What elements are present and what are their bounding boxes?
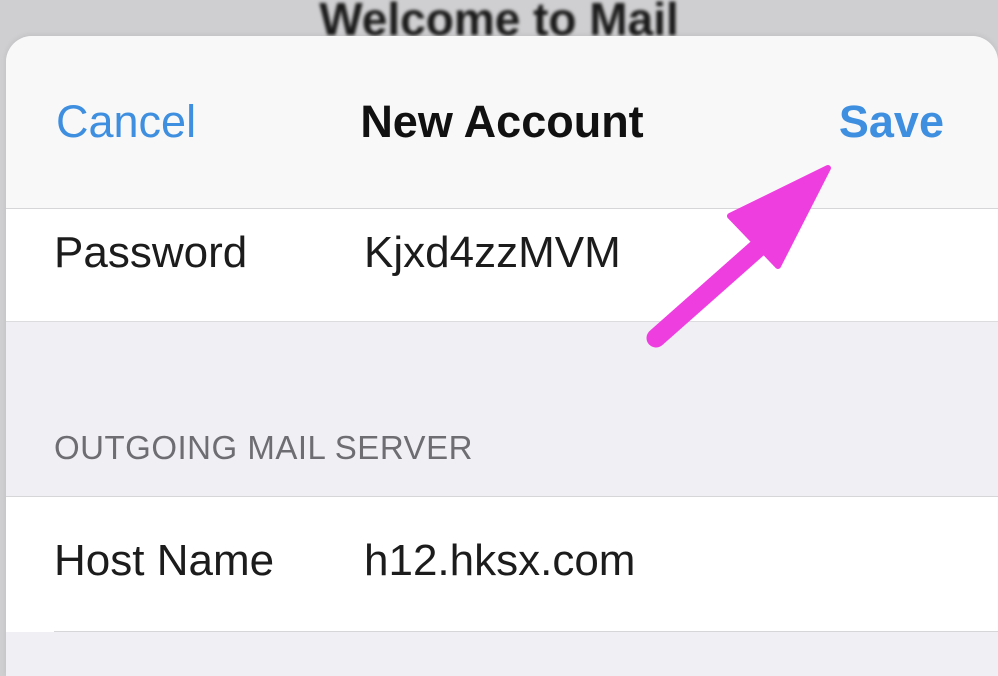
password-field[interactable]: [364, 225, 924, 281]
row-separator: [54, 631, 998, 632]
cancel-button[interactable]: Cancel: [56, 94, 196, 150]
navigation-bar: Cancel New Account Save: [6, 36, 998, 209]
password-label: Password: [54, 228, 248, 277]
password-row[interactable]: Password: [6, 209, 998, 322]
host-name-label: Host Name: [54, 536, 275, 585]
new-account-sheet: Cancel New Account Save Password OUTGOIN…: [6, 36, 998, 676]
outgoing-mail-server-header: OUTGOING MAIL SERVER: [54, 429, 473, 466]
save-button[interactable]: Save: [839, 94, 944, 150]
host-name-field[interactable]: [364, 533, 924, 589]
host-name-row[interactable]: Host Name: [6, 497, 998, 632]
